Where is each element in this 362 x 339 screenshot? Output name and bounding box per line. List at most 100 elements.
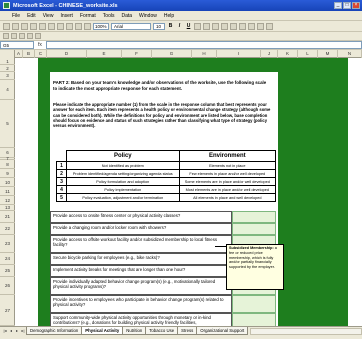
menu-window[interactable]: Window xyxy=(139,13,157,19)
scale-policy: Policy formulation and adoption xyxy=(66,177,180,186)
tab-nutrition[interactable]: Nutrition xyxy=(122,327,147,335)
tab-tobacco-use[interactable]: Tobacco Use xyxy=(145,327,179,335)
column-e[interactable]: E xyxy=(87,50,122,58)
tab-organizational-support[interactable]: Organizational Support xyxy=(196,327,249,335)
close-icon[interactable]: × xyxy=(352,2,360,9)
borders-icon[interactable] xyxy=(248,22,255,30)
question-cell[interactable]: Provide access to offsite workout facili… xyxy=(50,235,232,253)
column-b[interactable]: B xyxy=(23,50,35,58)
print-icon[interactable] xyxy=(30,22,37,30)
worksheet-grid[interactable]: PART 2: Based on your team's knowledge a… xyxy=(15,58,362,326)
row-number[interactable]: 2 xyxy=(0,65,15,72)
restore-icon[interactable]: □ xyxy=(343,2,351,9)
menu-insert[interactable]: Insert xyxy=(60,13,73,19)
menu-help[interactable]: Help xyxy=(164,13,174,19)
align-center-icon[interactable] xyxy=(203,22,210,30)
menu-tools[interactable]: Tools xyxy=(103,13,115,19)
new-file-icon[interactable] xyxy=(3,22,10,30)
menu-file[interactable]: File xyxy=(12,13,20,19)
response-cell[interactable] xyxy=(232,313,276,326)
copy-icon[interactable] xyxy=(48,22,55,30)
sum-icon[interactable] xyxy=(75,22,82,30)
row-number[interactable]: 24 xyxy=(0,253,15,265)
menu-data[interactable]: Data xyxy=(121,13,132,19)
font-size-select[interactable]: 10 xyxy=(153,22,165,30)
protect-icon[interactable] xyxy=(27,33,33,39)
track-changes-icon[interactable] xyxy=(19,33,25,39)
row-number[interactable]: 25 xyxy=(0,265,15,277)
open-file-icon[interactable] xyxy=(12,22,19,30)
tab-demographic-information[interactable]: Demographic Information xyxy=(26,327,83,335)
row-number[interactable]: 5 xyxy=(0,100,15,148)
draw-icon[interactable] xyxy=(3,33,9,39)
select-all-corner[interactable] xyxy=(0,50,15,58)
tab-stress[interactable]: Stress xyxy=(177,327,198,335)
fill-color-icon[interactable] xyxy=(257,22,264,30)
underline-button[interactable]: U xyxy=(185,23,192,30)
question-cell[interactable]: Provide individually adapted behavior ch… xyxy=(50,277,232,295)
name-box[interactable]: G5 xyxy=(0,41,34,49)
column-f[interactable]: F xyxy=(122,50,152,58)
font-name-select[interactable]: Arial xyxy=(111,22,151,30)
menu-edit[interactable]: Edit xyxy=(27,13,36,19)
column-j[interactable]: J xyxy=(261,50,278,58)
column-n[interactable]: N xyxy=(338,50,362,58)
cut-icon[interactable] xyxy=(39,22,46,30)
scale-environment: All elements in place and well developed xyxy=(178,193,277,202)
bold-button[interactable]: B xyxy=(167,23,174,30)
row-number[interactable]: 11 xyxy=(0,187,15,196)
question-cell[interactable]: Secure bicycle parking for employees (e.… xyxy=(50,253,232,265)
menu-format[interactable]: Format xyxy=(80,13,96,19)
menu-view[interactable]: View xyxy=(43,13,54,19)
question-cell[interactable]: Implement activity breaks for meetings t… xyxy=(50,265,232,277)
response-cell[interactable] xyxy=(232,295,276,313)
row-number[interactable]: 8 xyxy=(0,160,15,169)
row-number[interactable]: 21 xyxy=(0,211,15,223)
fx-icon[interactable]: fx xyxy=(34,42,46,48)
undo-icon[interactable] xyxy=(66,22,73,30)
italic-button[interactable]: I xyxy=(176,23,183,30)
column-k[interactable]: K xyxy=(278,50,298,58)
currency-icon[interactable] xyxy=(230,22,237,30)
column-h[interactable]: H xyxy=(192,50,217,58)
question-cell[interactable]: Support community-wide physical activity… xyxy=(50,313,232,326)
save-icon[interactable] xyxy=(21,22,28,30)
minimize-icon[interactable]: _ xyxy=(334,2,342,9)
comment-icon[interactable] xyxy=(11,33,17,39)
column-l[interactable]: L xyxy=(298,50,318,58)
response-cell[interactable] xyxy=(232,223,276,235)
row-number[interactable]: 12 xyxy=(0,196,15,205)
merge-cells-icon[interactable] xyxy=(221,22,228,30)
align-right-icon[interactable] xyxy=(212,22,219,30)
cell-comment[interactable]: Subsidized Membership: a fee or reduced … xyxy=(226,244,284,290)
column-i[interactable]: I xyxy=(217,50,261,58)
paste-icon[interactable] xyxy=(57,22,64,30)
row-number[interactable]: 27 xyxy=(0,295,15,326)
percent-icon[interactable] xyxy=(239,22,246,30)
horizontal-scrollbar[interactable] xyxy=(250,328,362,335)
question-cell[interactable]: Provide access to onsite fitness center … xyxy=(50,211,232,223)
share-icon[interactable] xyxy=(35,33,41,39)
question-cell[interactable]: Provide incentives to employees who part… xyxy=(50,295,232,313)
row-number[interactable]: 10 xyxy=(0,178,15,187)
question-cell[interactable]: Provide a changing room and/or locker ro… xyxy=(50,223,232,235)
row-number[interactable]: 3 xyxy=(0,72,15,80)
column-a[interactable]: A xyxy=(15,50,23,58)
column-d[interactable]: D xyxy=(47,50,87,58)
row-number[interactable]: 26 xyxy=(0,277,15,295)
formula-input[interactable] xyxy=(46,41,362,49)
row-number[interactable]: 22 xyxy=(0,223,15,235)
align-left-icon[interactable] xyxy=(194,22,201,30)
row-number[interactable]: 1 xyxy=(0,58,15,65)
chart-icon[interactable] xyxy=(84,22,91,30)
response-cell[interactable] xyxy=(232,211,276,223)
row-number[interactable]: 23 xyxy=(0,235,15,253)
column-c[interactable]: C xyxy=(35,50,47,58)
font-color-icon[interactable] xyxy=(266,22,273,30)
column-g[interactable]: G xyxy=(152,50,192,58)
row-number[interactable]: 4 xyxy=(0,80,15,100)
tab-physical-activity[interactable]: Physical Activity xyxy=(81,327,124,335)
row-number[interactable]: 9 xyxy=(0,169,15,178)
zoom-select[interactable]: 100% xyxy=(93,22,109,30)
column-m[interactable]: M xyxy=(318,50,338,58)
